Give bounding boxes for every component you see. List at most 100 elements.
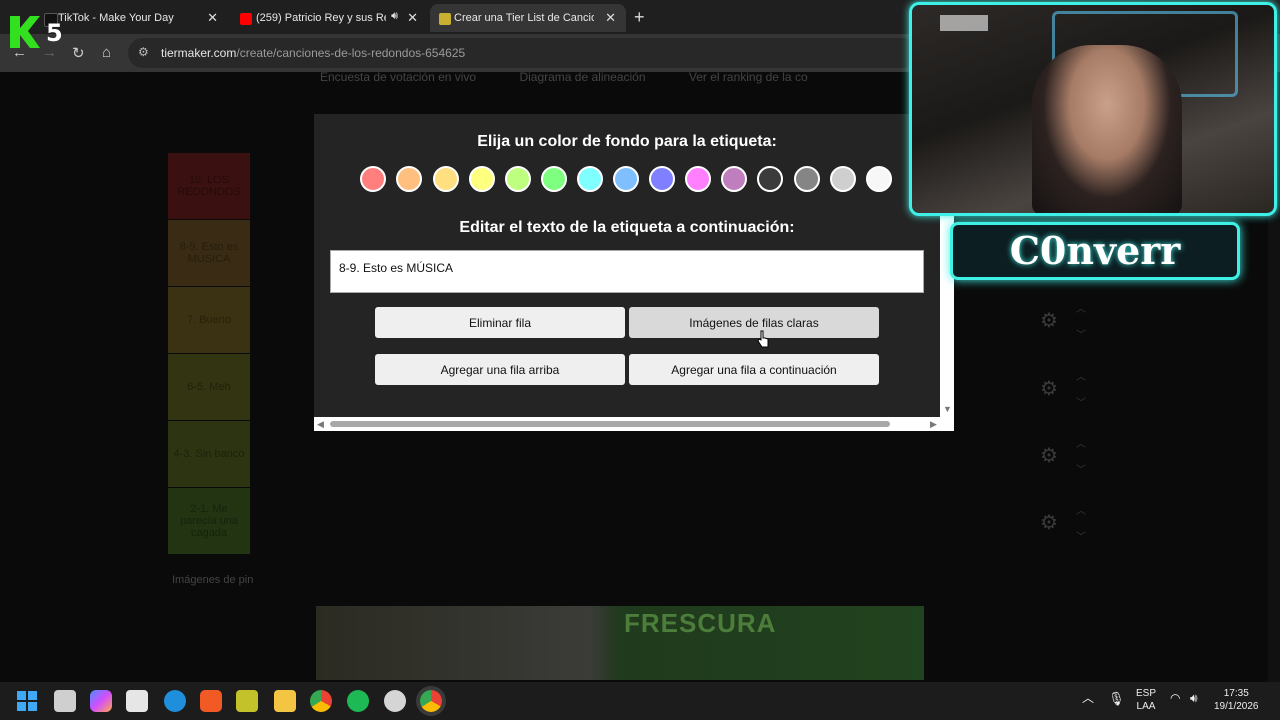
microphone-icon[interactable]: 🎙︎ <box>1108 692 1125 705</box>
color-swatch-light-blue[interactable] <box>613 166 639 192</box>
copilot-icon[interactable] <box>90 690 112 712</box>
tab-title: (259) Patricio Rey y sus Red <box>256 12 386 24</box>
tier-row-label[interactable]: 10. LOS REDONDOS <box>168 153 250 219</box>
tier-label: 6-5. Meh <box>187 381 231 393</box>
gear-icon[interactable]: ⚙ <box>1040 376 1058 401</box>
clear-row-images-button[interactable]: Imágenes de filas claras <box>629 307 879 338</box>
tier-row-label[interactable]: 4-3. Sin banco <box>168 421 250 487</box>
chevron-down-icon[interactable]: ﹀ <box>1076 394 1086 409</box>
youtube-icon <box>240 13 252 25</box>
speaker-icon[interactable]: 🔊︎ <box>391 10 398 23</box>
nav-ranking[interactable]: Ver el ranking de la co <box>689 70 808 84</box>
color-swatch-green[interactable] <box>541 166 567 192</box>
tier-row-label[interactable]: 7. Bueno <box>168 287 250 353</box>
delete-row-button[interactable]: Eliminar fila <box>375 307 625 338</box>
obs-icon[interactable] <box>384 690 406 712</box>
modal-horizontal-scrollbar[interactable]: ◀ ▶ <box>314 417 954 431</box>
color-swatch-light-orange[interactable] <box>433 166 459 192</box>
nav-alignment-chart[interactable]: Diagrama de alineación <box>519 70 645 84</box>
color-swatch-light-gray[interactable] <box>830 166 856 192</box>
close-icon[interactable]: ✕ <box>207 10 218 26</box>
pin-images-checkbox[interactable]: Imágenes de pin <box>172 574 253 586</box>
clock-time: 17:35 <box>1223 688 1249 699</box>
chevron-up-icon[interactable]: ︿ <box>1076 435 1086 450</box>
color-swatch-dark-gray[interactable] <box>757 166 783 192</box>
chevron-down-icon[interactable]: ﹀ <box>1076 326 1086 341</box>
edit-row-modal: Elija un color de fondo para la etiqueta… <box>314 114 954 431</box>
file-explorer-icon[interactable] <box>274 690 296 712</box>
chrome-active-icon[interactable] <box>420 690 442 712</box>
wifi-icon[interactable]: ◠ <box>1170 692 1180 705</box>
add-row-above-button[interactable]: Agregar una fila arriba <box>375 354 625 385</box>
ad-text: FRESCURA <box>624 608 777 638</box>
label-text-input[interactable]: 8-9. Esto es MÚSICA <box>330 250 924 293</box>
tier-row-label[interactable]: 2-1. Me parecía una cagada <box>168 488 250 554</box>
volume-icon[interactable]: 🔊︎ <box>1190 692 1198 705</box>
chevron-up-icon[interactable]: ︿ <box>1076 300 1086 315</box>
tier-row-label[interactable]: 6-5. Meh <box>168 354 250 420</box>
nav-live-vote[interactable]: Encuesta de votación en vivo <box>320 70 476 84</box>
color-swatch-orange[interactable] <box>396 166 422 192</box>
color-swatch-blue[interactable] <box>649 166 675 192</box>
gear-icon[interactable]: ⚙ <box>1040 443 1058 468</box>
app-icon[interactable] <box>236 690 258 712</box>
streamer-image <box>1032 45 1182 213</box>
color-swatch-lime[interactable] <box>505 166 531 192</box>
edge-icon[interactable] <box>164 690 186 712</box>
color-swatch-pink[interactable] <box>685 166 711 192</box>
new-tab-button[interactable]: + <box>634 7 645 28</box>
lang-bottom: LAA <box>1136 701 1156 712</box>
brave-icon[interactable] <box>200 690 222 712</box>
streamer-name-banner: C0nverr <box>950 222 1240 280</box>
color-swatch-gray[interactable] <box>794 166 820 192</box>
clock-date: 19/1/2026 <box>1214 701 1259 712</box>
hand-cursor-icon <box>757 330 769 348</box>
tier-label: 8-9. Esto es MÚSICA <box>179 241 239 265</box>
scroll-down-icon[interactable]: ▼ <box>943 404 952 414</box>
tab-tiermaker[interactable]: Crear una Tier List de Cancione ✕ <box>430 4 626 32</box>
color-swatch-purple[interactable] <box>721 166 747 192</box>
close-icon[interactable]: ✕ <box>407 10 418 26</box>
add-row-below-button[interactable]: Agregar una fila a continuación <box>629 354 879 385</box>
color-picker-title: Elija un color de fondo para la etiqueta… <box>477 133 777 150</box>
color-swatch-red[interactable] <box>360 166 386 192</box>
tier-label: 7. Bueno <box>186 314 232 326</box>
url-field[interactable]: ⚙︎ tiermaker.com/create/canciones-de-los… <box>128 38 918 68</box>
tab-youtube[interactable]: (259) Patricio Rey y sus Red 🔊︎ ✕ <box>232 4 428 32</box>
reload-icon[interactable]: ↻ <box>72 44 85 62</box>
chevron-up-icon[interactable]: ︿ <box>1076 502 1086 517</box>
webcam-overlay <box>909 2 1277 216</box>
shelf-item <box>940 15 988 31</box>
gear-icon[interactable]: ⚙ <box>1040 308 1058 333</box>
tier-row-label[interactable]: 8-9. Esto es MÚSICA <box>168 220 250 286</box>
url-path: /create/canciones-de-los-redondos-654625 <box>236 46 466 60</box>
task-view-icon[interactable] <box>54 690 76 712</box>
clock[interactable]: 17:35 19/1/2026 <box>1214 687 1259 713</box>
windows-start-icon[interactable] <box>16 690 38 712</box>
spotify-icon[interactable] <box>347 690 369 712</box>
chevron-down-icon[interactable]: ﹀ <box>1076 461 1086 476</box>
scroll-right-icon[interactable]: ▶ <box>930 419 937 430</box>
home-icon[interactable]: ⌂ <box>102 44 111 61</box>
tab-title: TikTok - Make Your Day <box>58 12 174 24</box>
modal-content: Elija un color de fondo para la etiqueta… <box>314 114 940 417</box>
ad-banner[interactable] <box>316 606 924 680</box>
label-text-title: Editar el texto de la etiqueta a continu… <box>459 219 795 236</box>
store-icon[interactable] <box>126 690 148 712</box>
chevron-up-icon[interactable]: ︿ <box>1082 692 1094 705</box>
close-icon[interactable]: ✕ <box>605 10 616 26</box>
color-swatch-cyan[interactable] <box>577 166 603 192</box>
tiermaker-icon <box>439 13 451 25</box>
scrollbar-thumb[interactable] <box>330 421 890 427</box>
color-swatch-white[interactable] <box>866 166 892 192</box>
scroll-left-icon[interactable]: ◀ <box>317 419 324 430</box>
language-indicator[interactable]: ESP LAA <box>1136 687 1156 713</box>
gear-icon[interactable]: ⚙ <box>1040 510 1058 535</box>
color-swatch-yellow[interactable] <box>469 166 495 192</box>
chrome-icon[interactable] <box>310 690 332 712</box>
tab-title: Crear una Tier List de Cancione <box>454 12 594 24</box>
url-host: tiermaker.com <box>161 46 237 60</box>
chevron-down-icon[interactable]: ﹀ <box>1076 528 1086 543</box>
site-info-icon[interactable]: ⚙︎ <box>138 45 149 59</box>
chevron-up-icon[interactable]: ︿ <box>1076 368 1086 383</box>
